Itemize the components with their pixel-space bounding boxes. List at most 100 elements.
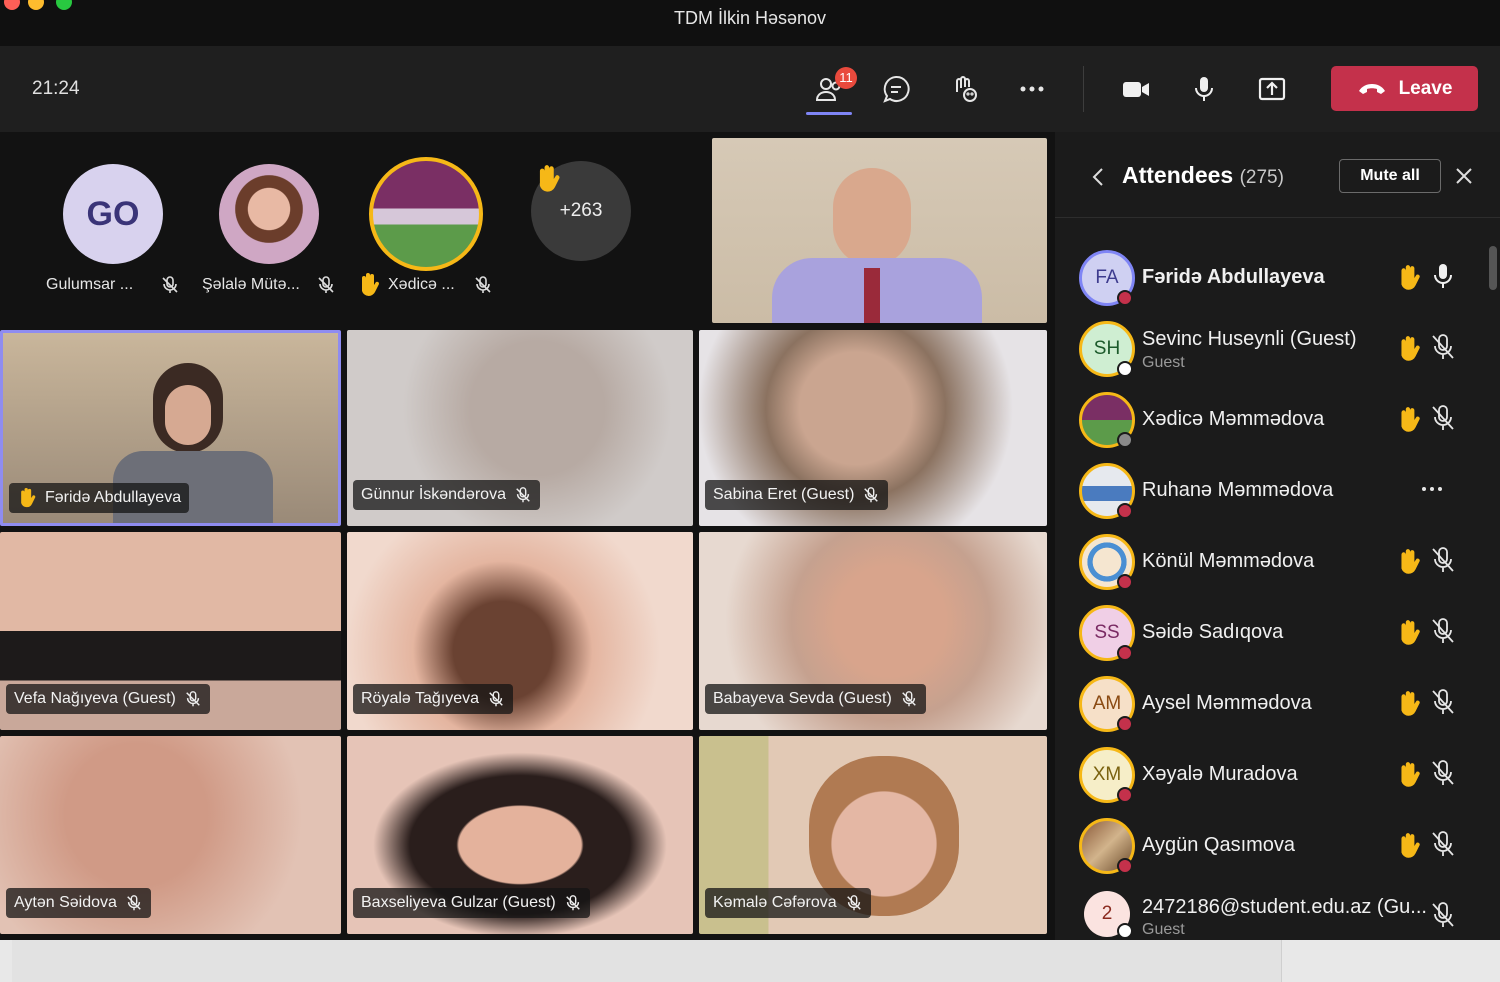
- video-tile[interactable]: Fəridə Abdullayeva: [0, 330, 341, 526]
- attendee-row[interactable]: 2 2472186@student.edu.az (Gu... Guest: [1055, 881, 1485, 940]
- status-dot: [1117, 574, 1133, 590]
- mic-off-icon: [901, 691, 916, 707]
- attendee-role: Guest: [1142, 921, 1185, 938]
- more-options-icon[interactable]: [1421, 485, 1443, 493]
- attendee-name: Xəyalə Muradova: [1142, 763, 1298, 785]
- mic-off-icon[interactable]: [1430, 617, 1456, 647]
- camera-icon: [1123, 82, 1149, 97]
- phone-hangup-icon: [1358, 83, 1385, 94]
- reactions-icon: [956, 76, 977, 102]
- chat-icon: [883, 75, 910, 103]
- participant-name: Röyalə Tağıyeva: [361, 690, 479, 707]
- attendee-row[interactable]: Xədicə Məmmədova: [1055, 384, 1485, 455]
- window-titlebar: TDM İlkin Həsənov: [0, 0, 1500, 46]
- attendee-row[interactable]: FA Fəridə Abdullayeva: [1055, 242, 1485, 313]
- participant-label: Günnur İskəndərova: [353, 480, 540, 510]
- raised-hand-icon: [1401, 549, 1420, 574]
- leave-button[interactable]: Leave: [1331, 66, 1478, 111]
- participants-active-indicator: [806, 112, 852, 115]
- attendee-row[interactable]: Ruhanə Məmmədova: [1055, 455, 1485, 526]
- participant-label: Sabina Eret (Guest): [705, 480, 889, 510]
- mic-off-icon[interactable]: [1430, 333, 1456, 363]
- attendee-row[interactable]: SS Səidə Sadıqova: [1055, 597, 1485, 668]
- mute-all-button[interactable]: Mute all: [1339, 159, 1441, 193]
- participant-label: Kəmalə Cəfərova: [705, 888, 871, 918]
- attendee-name: Səidə Sadıqova: [1142, 621, 1284, 643]
- share-screen-button[interactable]: [1249, 66, 1295, 112]
- strip-divider: [1281, 940, 1282, 982]
- camera-button[interactable]: [1113, 66, 1159, 112]
- mic-off-icon[interactable]: [1430, 901, 1456, 931]
- raised-hand-icon: [539, 165, 560, 192]
- video-tile[interactable]: Baxseliyeva Gulzar (Guest): [347, 736, 693, 934]
- minimize-window-button[interactable]: [28, 0, 44, 10]
- mic-off-icon[interactable]: [1430, 759, 1456, 789]
- meeting-toolbar: 21:24 Leave: [0, 46, 1500, 132]
- video-tile[interactable]: Kəmalə Cəfərova: [699, 736, 1047, 934]
- chevron-left-icon[interactable]: [1091, 167, 1105, 187]
- window-title: TDM İlkin Həsənov: [673, 8, 827, 28]
- mic-off-icon[interactable]: [1430, 546, 1456, 576]
- mic-off-icon[interactable]: [1430, 830, 1456, 860]
- participant-label: Baxseliyeva Gulzar (Guest): [353, 888, 590, 918]
- raised-hand-icon: [1401, 336, 1420, 361]
- mic-off-icon: [516, 487, 530, 503]
- participant-name: Aytən Səidova: [14, 894, 117, 911]
- video-tile[interactable]: Günnur İskəndərova: [347, 330, 693, 526]
- more-actions-button[interactable]: [1009, 66, 1055, 112]
- mic-off-icon: [489, 691, 503, 707]
- avatar[interactable]: [219, 164, 319, 264]
- raised-hand-icon: [1401, 691, 1420, 716]
- participant-label: Fəridə Abdullayeva: [9, 483, 190, 513]
- video-tile[interactable]: Röyalə Tağıyeva: [347, 532, 693, 730]
- attendee-row[interactable]: AM Aysel Məmmədova: [1055, 668, 1485, 739]
- status-dot: [1117, 361, 1133, 377]
- panel-title-text: Attendees: [1122, 162, 1234, 188]
- mic-off-icon[interactable]: [1430, 404, 1456, 434]
- mic-off-icon[interactable]: [1430, 688, 1456, 718]
- participant-name: Günnur İskəndərova: [361, 486, 506, 503]
- mic-on-icon[interactable]: [1430, 262, 1456, 292]
- status-dot: [1117, 716, 1133, 732]
- participant-name: Şəlalə Mütə...: [202, 276, 300, 293]
- avatar[interactable]: [369, 157, 483, 271]
- attendee-name: Aysel Məmmədova: [1142, 692, 1312, 714]
- status-dot: [1117, 503, 1133, 519]
- status-dot: [1117, 290, 1133, 306]
- participant-name: Kəmalə Cəfərova: [713, 894, 837, 911]
- mic-off-icon: [318, 276, 334, 293]
- panel-scrollbar[interactable]: [1489, 246, 1497, 290]
- reactions-button[interactable]: [941, 66, 987, 112]
- avatar[interactable]: GO: [63, 164, 163, 264]
- attendee-count: (275): [1239, 167, 1284, 188]
- participant-name: Gulumsar ...: [46, 276, 134, 293]
- status-dot: [1117, 923, 1133, 939]
- mic-off-icon: [565, 895, 580, 911]
- attendee-row[interactable]: Aygün Qasımova: [1055, 810, 1485, 881]
- attendee-name: 2472186@student.edu.az (Gu...: [1142, 896, 1427, 918]
- video-stage: GO Gulumsar ... Şəlalə Mütə... Xədicə ..…: [0, 132, 1055, 940]
- attendee-row[interactable]: SH Sevinc Huseynli (Guest) Guest: [1055, 313, 1485, 384]
- chat-button[interactable]: [873, 66, 919, 112]
- attendee-name: Xədicə Məmmədova: [1142, 408, 1325, 430]
- video-tile[interactable]: Babayeva Sevda (Guest): [699, 532, 1047, 730]
- presenter-video[interactable]: [712, 138, 1047, 323]
- share-icon: [1258, 77, 1286, 101]
- close-window-button[interactable]: [4, 0, 20, 10]
- participant-label: Aytən Səidova: [6, 888, 151, 918]
- video-tile[interactable]: Sabina Eret (Guest): [699, 330, 1047, 526]
- participant-name: Babayeva Sevda (Guest): [713, 690, 892, 707]
- mic-off-icon: [846, 895, 861, 911]
- zoom-window-button[interactable]: [56, 0, 72, 10]
- close-icon[interactable]: [1455, 167, 1473, 185]
- attendee-row[interactable]: XM Xəyalə Muradova: [1055, 739, 1485, 810]
- raised-hand-icon: [1401, 833, 1420, 858]
- audio-participants-row: GO Gulumsar ... Şəlalə Mütə... Xədicə ..…: [0, 132, 705, 327]
- video-tile[interactable]: Aytən Səidova: [0, 736, 341, 934]
- mic-off-icon: [864, 487, 879, 503]
- microphone-button[interactable]: [1181, 66, 1227, 112]
- participant-name: Baxseliyeva Gulzar (Guest): [361, 894, 556, 911]
- video-tile[interactable]: Vefa Nağıyeva (Guest): [0, 532, 341, 730]
- participant-label: Röyalə Tağıyeva: [353, 684, 513, 714]
- attendee-row[interactable]: Könül Məmmədova: [1055, 526, 1485, 597]
